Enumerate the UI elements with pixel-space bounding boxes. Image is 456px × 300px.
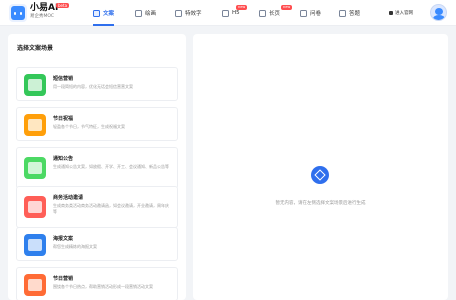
h5-icon — [222, 9, 229, 17]
text-effect-icon — [175, 9, 182, 17]
new-badge: new — [236, 5, 248, 10]
tab-quiz[interactable]: 答题 — [339, 0, 360, 26]
scene-desc: 围绕各个节日热点，帮助营销活动形成一段营销活动文案 — [53, 284, 153, 289]
empty-state-text: 暂无内容，请在左侧选择文案场景后进行生成 — [275, 201, 366, 206]
robot-icon — [11, 6, 25, 20]
tab-label: 绘画 — [145, 11, 157, 17]
lantern-icon — [24, 274, 46, 296]
document-icon — [93, 9, 100, 17]
tab-label: 文案 — [103, 11, 115, 17]
logo[interactable] — [9, 4, 27, 22]
tab-label: H5 — [232, 10, 240, 16]
sms-icon — [24, 74, 46, 96]
new-badge: new — [281, 5, 293, 10]
tab-survey[interactable]: 问卷 — [300, 0, 321, 26]
brand-subtitle: 易企秀MOC — [30, 14, 55, 19]
tab-label: 问卷 — [310, 11, 322, 17]
enter-website-label: 进入官网 — [395, 11, 413, 16]
avatar-head — [435, 8, 443, 15]
quiz-icon — [339, 9, 346, 17]
scene-card-notice[interactable]: 通知公告 生成通知公告文案，如放假、开学、开工、会议通知、新品公告等 — [16, 147, 178, 189]
tab-painting[interactable]: 绘画 — [135, 0, 156, 26]
eye — [20, 12, 22, 15]
beta-badge: beta — [56, 3, 70, 8]
eye — [14, 12, 16, 15]
scene-desc: 轻盈各个节日，节气特征，生成祝福文案 — [53, 124, 125, 129]
scene-panel: 选择文案场景 短信营销 用一段简短的内容，优化无话会短信营营文案 节日祝福 轻盈… — [8, 34, 186, 300]
tab-label: 答题 — [349, 11, 361, 17]
tab-label: 特效字 — [185, 11, 202, 17]
scene-card-sms[interactable]: 短信营销 用一段简短的内容，优化无话会短信营营文案 — [16, 67, 178, 101]
poster-icon — [24, 234, 46, 256]
scene-name: 短信营销 — [53, 76, 74, 82]
scene-desc: 用一段简短的内容，优化无话会短信营营文案 — [53, 84, 133, 89]
scene-name: 通知公告 — [53, 156, 74, 162]
scene-card-poster[interactable]: 海报文案 帮您生成精炼的海报文案 — [16, 227, 178, 261]
scene-desc: 生成商务类活动商务活动邀请函，如会议邀请，开业邀请，周年庆等 — [53, 203, 169, 214]
enter-website-link[interactable]: 进入官网 — [389, 10, 413, 16]
image-icon — [135, 9, 142, 17]
panel-title: 选择文案场景 — [17, 45, 54, 52]
survey-icon — [300, 9, 307, 17]
scene-name: 节日营销 — [53, 276, 74, 282]
brand-title: 小易AI — [30, 3, 59, 13]
tab-copywriting[interactable]: 文案 — [93, 0, 115, 26]
tab-text-effect[interactable]: 特效字 — [175, 0, 202, 26]
scene-name: 商务活动邀请 — [53, 195, 84, 201]
scene-desc: 帮您生成精炼的海报文案 — [53, 244, 97, 249]
scene-desc: 生成通知公告文案，如放假、开学、开工、会议通知、新品公告等 — [53, 164, 169, 169]
scene-name: 海报文案 — [53, 236, 74, 242]
avatar[interactable] — [430, 4, 447, 21]
invite-icon — [24, 196, 46, 218]
scene-card-business-invite[interactable]: 商务活动邀请 生成商务类活动商务活动邀请函，如会议邀请，开业邀请，周年庆等 — [16, 186, 178, 228]
scene-card-holiday-marketing[interactable]: 节日营销 围绕各个节日热点，帮助营销活动形成一段营销活动文案 — [16, 267, 178, 300]
notice-icon — [24, 157, 46, 179]
tab-h5[interactable]: H5 new — [222, 0, 248, 26]
avatar-body — [433, 15, 445, 20]
cube-icon — [311, 166, 329, 184]
tab-label: 长页 — [269, 11, 281, 17]
scene-name: 节日祝福 — [53, 116, 74, 122]
gift-icon — [24, 114, 46, 136]
home-icon — [389, 11, 393, 15]
tab-long-page[interactable]: 长页 new — [259, 0, 293, 26]
result-panel: 暂无内容，请在左侧选择文案场景后进行生成 — [193, 34, 448, 300]
top-header: 小易AI beta 易企秀MOC 文案 绘画 特效字 H5 new 长页 new… — [0, 0, 456, 26]
long-page-icon — [259, 9, 266, 17]
scene-card-holiday-greeting[interactable]: 节日祝福 轻盈各个节日，节气特征，生成祝福文案 — [16, 107, 178, 141]
